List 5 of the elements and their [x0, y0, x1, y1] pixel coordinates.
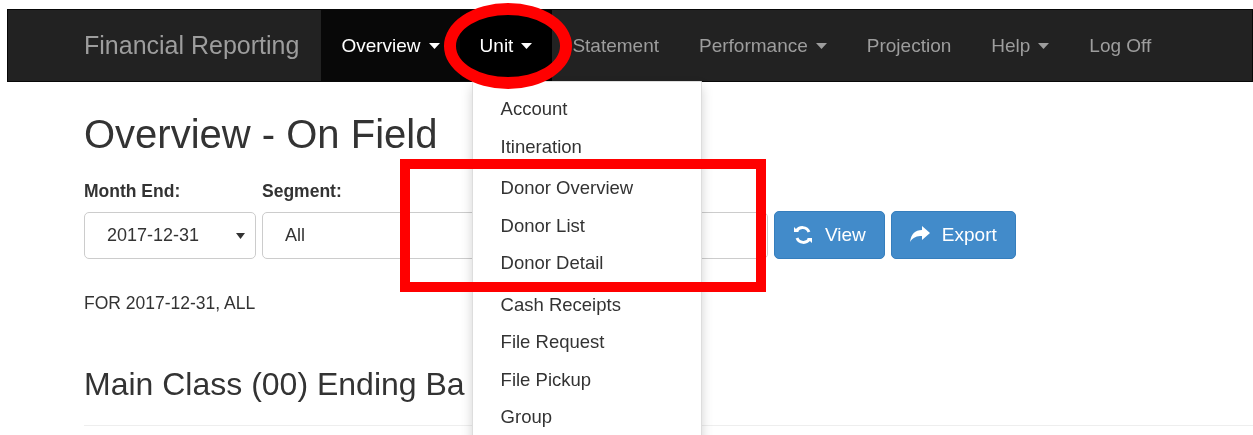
page-title: Overview - On Field: [84, 112, 438, 157]
report-caption: FOR 2017-12-31, ALL: [84, 293, 256, 314]
section-title: Main Class (00) Ending Ba: [84, 366, 465, 403]
field-label: Segment:: [262, 181, 342, 202]
field-label: Month End:: [84, 181, 181, 202]
